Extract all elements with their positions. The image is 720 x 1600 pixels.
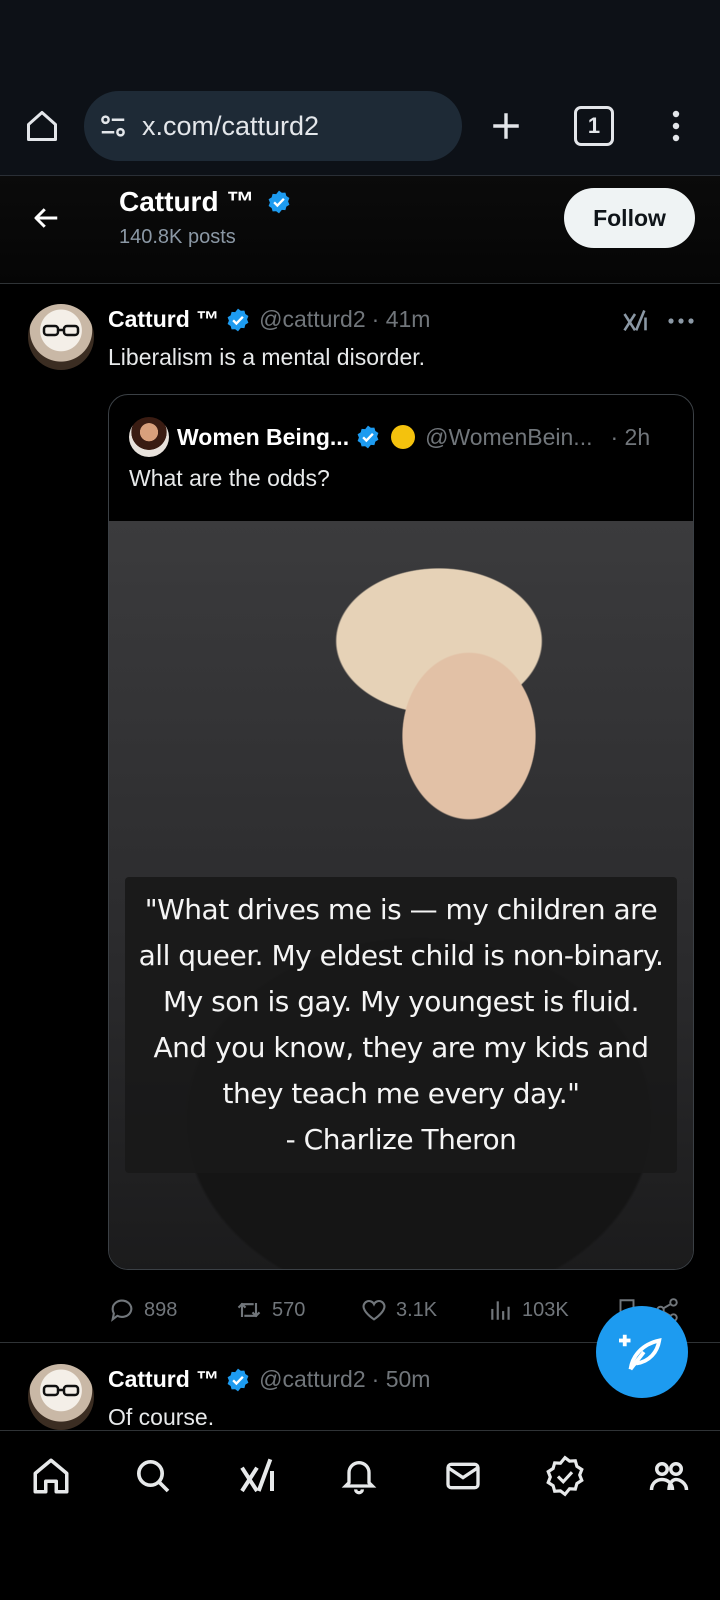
post-time: · 50m [371,1366,431,1392]
post-text: Of course. [108,1404,215,1430]
author-handle[interactable]: @catturd2 [259,1366,365,1393]
quote-avatar[interactable] [129,417,169,457]
quote-text: What are the odds? [129,465,330,491]
site-settings-icon[interactable] [98,111,128,141]
post-header: Catturd ™ @catturd2 · 41m [108,306,430,333]
browser-menu-icon[interactable] [654,104,698,148]
reply-icon [111,1299,133,1322]
grok-icon[interactable] [618,304,652,338]
post-header: Catturd ™ @catturd2 · 50m [108,1366,430,1393]
nav-home-icon[interactable] [26,1451,76,1501]
browser-home-icon[interactable] [20,104,64,148]
views-button[interactable]: 103K [488,1297,614,1323]
status-bar [0,0,720,88]
quote-header: Women Being... @WomenBein... · 2h [129,417,650,457]
author-name[interactable]: Catturd ™ [108,306,219,333]
author-handle[interactable]: @catturd2 [259,306,365,333]
repost-count: 570 [272,1298,306,1321]
verified-badge-icon [268,190,290,214]
views-count: 103K [522,1298,569,1321]
nav-communities-icon[interactable] [644,1451,694,1501]
address-bar[interactable]: x.com/catturd2 [84,91,462,161]
quote-author-name[interactable]: Women Being... [177,424,349,451]
heart-icon [362,1299,386,1321]
compose-feather-icon [619,1334,662,1371]
avatar[interactable] [28,1364,94,1430]
reply-count: 898 [144,1298,178,1321]
repost-button[interactable]: 570 [234,1296,360,1324]
verified-badge-icon [357,425,379,449]
follow-button[interactable]: Follow [564,188,695,248]
nav-verified-icon[interactable] [540,1451,590,1501]
post-time: · 41m [371,306,431,332]
new-tab-icon[interactable] [484,104,528,148]
nav-messages-icon[interactable] [438,1451,488,1501]
quote-image[interactable]: "What drives me is — my children are all… [109,521,693,1269]
caption-line: And you know, they are my kids and [153,1031,650,1064]
back-arrow-icon[interactable] [24,196,68,240]
like-button[interactable]: 3.1K [360,1296,488,1324]
avatar[interactable] [28,304,94,370]
quote-time: · 2h [610,423,651,450]
tab-count: 1 [587,113,601,138]
posts-count: 140.8K posts [119,226,236,248]
image-caption: "What drives me is — my children are all… [125,877,677,1173]
caption-line: they teach me every day." [222,1077,580,1110]
profile-name: Catturd ™ [119,186,292,218]
quote-author-handle[interactable]: @WomenBein... [425,424,592,451]
caption-line: My son is gay. My youngest is fluid. [163,985,639,1018]
author-name[interactable]: Catturd ™ [108,1366,219,1393]
more-options-icon[interactable] [664,304,698,338]
compose-post-button[interactable] [596,1306,688,1398]
quoted-post[interactable]: Women Being... @WomenBein... · 2h What a… [108,394,694,1270]
caption-line: "What drives me is — my children are [144,893,658,926]
tab-switcher-button[interactable]: 1 [574,106,614,146]
views-icon [491,1301,510,1320]
verified-badge-icon [227,308,249,331]
caption-line: all queer. My eldest child is non-binary… [138,939,664,972]
nav-notifications-icon[interactable] [334,1451,384,1501]
reply-button[interactable]: 898 [108,1296,234,1324]
nav-grok-icon[interactable] [232,1451,282,1501]
like-count: 3.1K [396,1298,438,1321]
nav-search-icon[interactable] [128,1451,178,1501]
system-gesture-area [0,1520,720,1600]
repost-icon [237,1302,261,1318]
yellow-circle-emoji-icon [391,425,416,449]
caption-line: - Charlize Theron [285,1123,517,1156]
url-text[interactable]: x.com/catturd2 [142,111,319,142]
profile-header: Catturd ™ 140.8K posts Follow [0,176,720,284]
post-text: Liberalism is a mental disorder. [108,344,426,370]
verified-badge-icon [227,1368,249,1391]
bottom-navigation [0,1430,720,1520]
